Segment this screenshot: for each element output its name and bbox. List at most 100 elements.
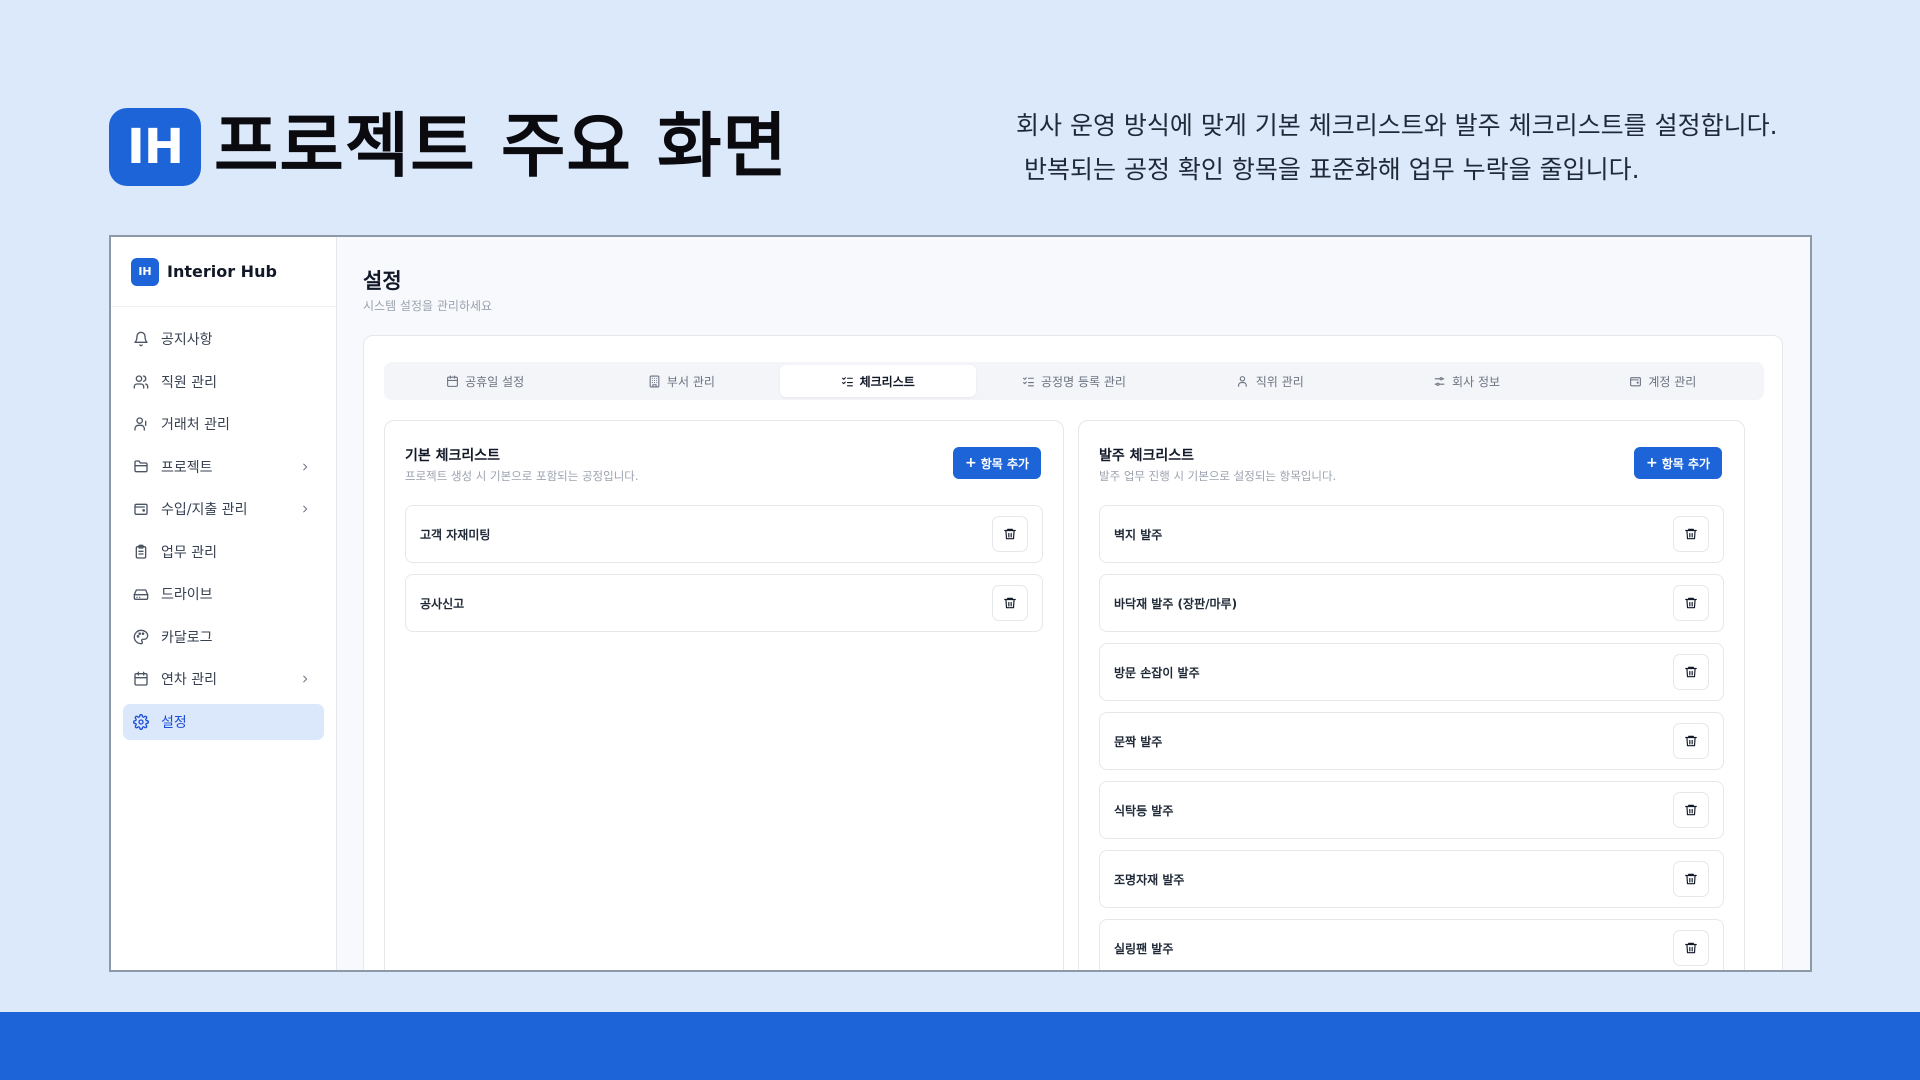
tab-departments[interactable]: 부서 관리 bbox=[583, 365, 779, 397]
sidebar-item-label: 직원 관리 bbox=[161, 374, 217, 391]
hero-desc-line1: 회사 운영 방식에 맞게 기본 체크리스트와 발주 체크리스트를 설정합니다. bbox=[1016, 111, 1778, 140]
list-item: 바닥재 발주 (장판/마루) bbox=[1099, 574, 1724, 632]
panel-title: 발주 체크리스트 bbox=[1099, 448, 1195, 464]
panel-description: 프로젝트 생성 시 기본으로 포함되는 공정입니다. bbox=[405, 469, 639, 483]
checklist-icon bbox=[841, 376, 853, 386]
clipboard-icon bbox=[135, 544, 147, 559]
calendar-icon bbox=[134, 671, 148, 686]
sidebar-item-partners[interactable]: 거래처 관리 bbox=[123, 406, 324, 442]
brand-logo: IH bbox=[131, 257, 159, 286]
tab-company-info[interactable]: 회사 정보 bbox=[1368, 365, 1564, 397]
delete-button[interactable] bbox=[992, 516, 1028, 552]
trash-icon bbox=[1004, 597, 1016, 609]
trash-icon bbox=[1685, 942, 1697, 954]
item-label: 실링팬 발주 bbox=[1114, 941, 1174, 956]
wallet-icon bbox=[134, 503, 148, 515]
delete-button[interactable] bbox=[1673, 516, 1709, 552]
chevron-right-icon bbox=[303, 675, 308, 683]
sidebar-item-staff[interactable]: 직원 관리 bbox=[123, 364, 324, 400]
page-subtitle: 시스템 설정을 관리하세요 bbox=[363, 299, 493, 313]
trash-icon bbox=[1004, 528, 1016, 540]
plus-icon: + bbox=[1645, 455, 1658, 471]
add-item-button[interactable]: + 항목 추가 bbox=[953, 447, 1041, 479]
app-window: IH Interior Hub 공지사항 직원 관리 거래처 관리 프로젝트 수… bbox=[109, 235, 1812, 972]
sidebar-item-label: 공지사항 bbox=[161, 332, 213, 348]
sidebar-item-projects[interactable]: 프로젝트 bbox=[123, 449, 324, 485]
item-label: 고객 자재미팅 bbox=[420, 527, 491, 542]
delete-button[interactable] bbox=[1673, 723, 1709, 759]
bell-icon bbox=[134, 331, 148, 347]
tab-label: 부서 관리 bbox=[666, 374, 715, 389]
sidebar-item-settings[interactable]: 설정 bbox=[123, 703, 324, 740]
item-label: 벽지 발주 bbox=[1114, 527, 1163, 542]
sidebar-item-finance[interactable]: 수입/지출 관리 bbox=[123, 491, 324, 527]
tab-positions[interactable]: 직위 관리 bbox=[1172, 365, 1368, 397]
folder-icon bbox=[134, 459, 148, 472]
sidebar-item-drive[interactable]: 드라이브 bbox=[123, 576, 324, 612]
basic-checklist-panel: 기본 체크리스트 프로젝트 생성 시 기본으로 포함되는 공정입니다. + 항목… bbox=[384, 420, 1064, 970]
trash-icon bbox=[1685, 804, 1697, 816]
sidebar-item-label: 프로젝트 bbox=[161, 459, 213, 476]
hero-title: 프로젝트 주요 화면 bbox=[214, 105, 788, 187]
order-checklist-list: 벽지 발주 바닥재 발주 (장판/마루) 방문 손잡이 발주 문짝 발주 식탁등… bbox=[1099, 505, 1724, 970]
trash-icon bbox=[1685, 528, 1697, 540]
list-item: 문짝 발주 bbox=[1099, 712, 1724, 770]
list-item: 조명자재 발주 bbox=[1099, 850, 1724, 908]
hero-desc-line2: 반복되는 공정 확인 항목을 표준화해 업무 누락을 줄입니다. bbox=[1024, 155, 1640, 184]
tab-process-names[interactable]: 공정명 등록 관리 bbox=[976, 365, 1172, 397]
brand[interactable]: IH Interior Hub bbox=[111, 237, 336, 307]
sidebar-item-tasks[interactable]: 업무 관리 bbox=[123, 534, 324, 570]
sidebar-item-label: 수입/지출 관리 bbox=[161, 502, 248, 518]
delete-button[interactable] bbox=[992, 585, 1028, 621]
brand-name: Interior Hub bbox=[167, 262, 277, 281]
sidebar-item-notices[interactable]: 공지사항 bbox=[123, 321, 324, 357]
item-label: 방문 손잡이 발주 bbox=[1114, 665, 1200, 680]
item-label: 식탁등 발주 bbox=[1114, 803, 1174, 818]
sidebar-item-label: 거래처 관리 bbox=[161, 417, 230, 433]
add-item-label: 항목 추가 bbox=[1661, 456, 1711, 471]
users-icon bbox=[133, 374, 149, 389]
user-icon bbox=[1237, 375, 1247, 387]
delete-button[interactable] bbox=[1673, 792, 1709, 828]
building-icon bbox=[649, 375, 660, 387]
list-item: 실링팬 발주 bbox=[1099, 919, 1724, 970]
settings-tabs: 공휴일 설정 부서 관리 체크리스트 공정명 등록 관리 직위 관리 회사 정보… bbox=[384, 362, 1764, 400]
sidebar-item-catalog[interactable]: 카달로그 bbox=[123, 619, 324, 655]
list-item: 벽지 발주 bbox=[1099, 505, 1724, 563]
tab-label: 계정 관리 bbox=[1648, 374, 1697, 389]
tab-accounts[interactable]: 계정 관리 bbox=[1565, 365, 1761, 397]
basic-checklist-list: 고객 자재미팅 공사신고 bbox=[405, 505, 1043, 643]
add-item-button[interactable]: + 항목 추가 bbox=[1634, 447, 1722, 479]
item-label: 공사신고 bbox=[420, 596, 465, 611]
chevron-right-icon bbox=[303, 505, 308, 513]
delete-button[interactable] bbox=[1673, 654, 1709, 690]
checklist-icon bbox=[1023, 376, 1034, 386]
main-content: 설정 시스템 설정을 관리하세요 공휴일 설정 부서 관리 체크리스트 공정명 … bbox=[337, 237, 1810, 970]
item-label: 조명자재 발주 bbox=[1114, 872, 1185, 887]
tab-checklist[interactable]: 체크리스트 bbox=[779, 365, 976, 397]
bottom-band bbox=[0, 1012, 1920, 1080]
page-title: 설정 bbox=[363, 269, 402, 293]
add-item-label: 항목 추가 bbox=[980, 456, 1030, 471]
delete-button[interactable] bbox=[1673, 930, 1709, 966]
gear-icon bbox=[133, 713, 149, 730]
tab-label: 회사 정보 bbox=[1452, 374, 1501, 389]
wallet-icon bbox=[1630, 376, 1642, 386]
list-item: 식탁등 발주 bbox=[1099, 781, 1724, 839]
panel-title: 기본 체크리스트 bbox=[405, 448, 501, 464]
contacts-icon bbox=[134, 417, 147, 431]
tab-holidays[interactable]: 공휴일 설정 bbox=[387, 365, 583, 397]
sidebar-item-leave[interactable]: 연차 관리 bbox=[123, 661, 324, 697]
list-item: 고객 자재미팅 bbox=[405, 505, 1043, 563]
drive-icon bbox=[133, 589, 149, 600]
settings-card: 공휴일 설정 부서 관리 체크리스트 공정명 등록 관리 직위 관리 회사 정보… bbox=[363, 335, 1783, 970]
panel-description: 발주 업무 진행 시 기본으로 설정되는 항목입니다. bbox=[1099, 469, 1337, 483]
list-item: 방문 손잡이 발주 bbox=[1099, 643, 1724, 701]
delete-button[interactable] bbox=[1673, 585, 1709, 621]
chevron-right-icon bbox=[303, 463, 308, 470]
tab-label: 체크리스트 bbox=[859, 374, 915, 389]
sidebar-item-label: 카달로그 bbox=[161, 629, 213, 646]
item-label: 문짝 발주 bbox=[1114, 734, 1163, 749]
delete-button[interactable] bbox=[1673, 861, 1709, 897]
sliders-icon bbox=[1434, 376, 1445, 386]
